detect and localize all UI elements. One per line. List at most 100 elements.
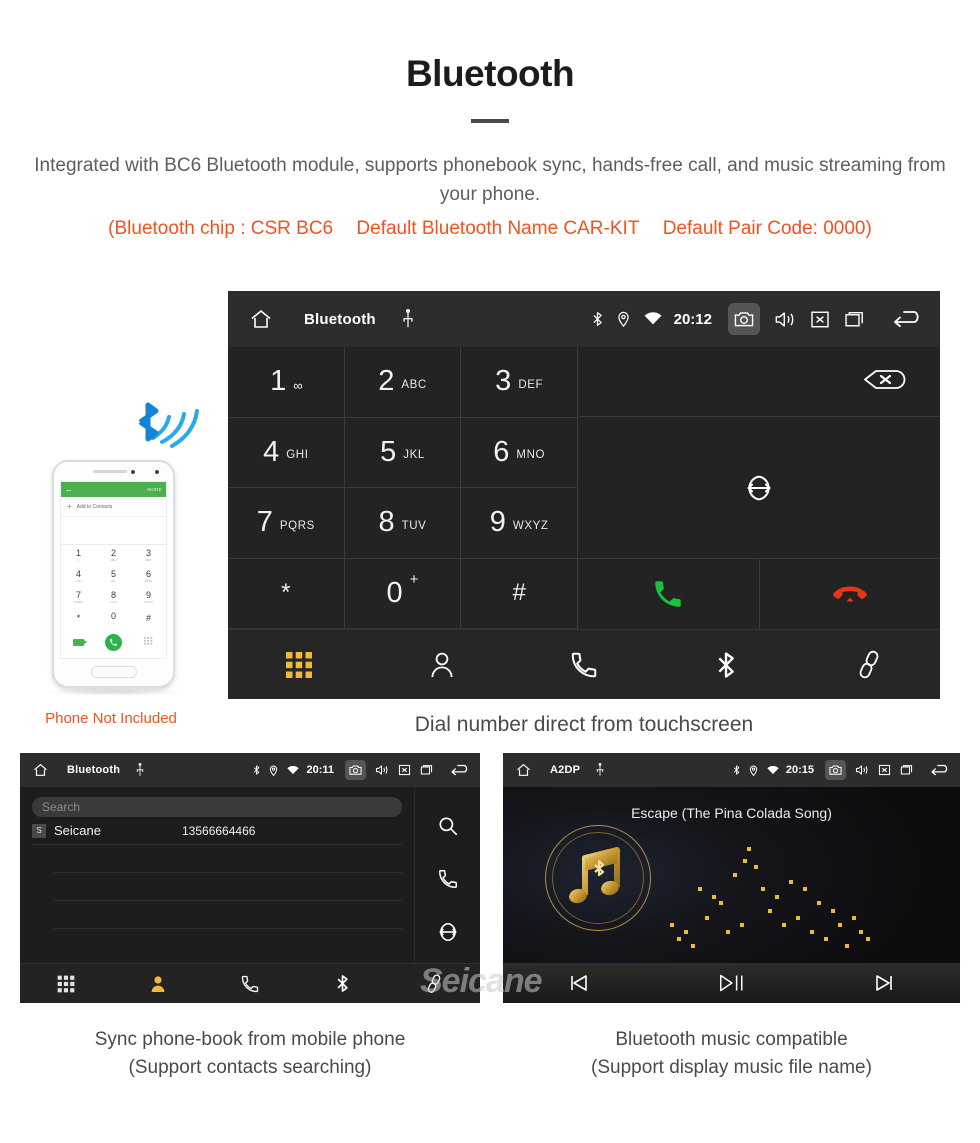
person-icon xyxy=(427,650,457,680)
key-digit: 7 xyxy=(256,506,273,539)
hangup-button[interactable] xyxy=(760,559,941,629)
phone-not-included-note: Phone Not Included xyxy=(45,710,177,727)
dialer-keypad: 1 ∞ 2 ABC 3 DEF 4 GHI 5 JKL 6 MNO 7 PQRS 8 TUV 9… xyxy=(228,347,578,629)
phone-app-bar: ← MORE xyxy=(61,482,166,497)
key-3[interactable]: 3 DEF xyxy=(461,347,578,418)
home-icon[interactable] xyxy=(32,762,49,778)
camera-icon[interactable] xyxy=(825,760,846,780)
music-body: Escape (The Pina Colada Song) xyxy=(503,787,960,963)
close-icon[interactable] xyxy=(878,764,891,776)
key-plus: + xyxy=(409,570,419,588)
phone-key: 4 GHI xyxy=(75,569,82,584)
previous-track-button[interactable] xyxy=(503,971,655,995)
bluetooth-icon xyxy=(716,649,736,681)
key-hash[interactable]: # xyxy=(461,558,578,629)
volume-icon[interactable] xyxy=(774,310,796,329)
call-button[interactable] xyxy=(578,559,760,629)
key-digit: 4 xyxy=(263,435,280,468)
contact-row[interactable] xyxy=(54,845,402,873)
bluetooth-icon xyxy=(336,973,349,994)
camera-icon[interactable] xyxy=(345,760,366,780)
back-icon[interactable] xyxy=(892,308,926,330)
tab-call-log[interactable] xyxy=(513,650,655,680)
key-star[interactable]: * xyxy=(228,558,345,629)
tab-contacts[interactable] xyxy=(112,974,204,994)
usb-icon xyxy=(596,763,604,777)
tab-keypad[interactable] xyxy=(20,975,112,993)
bluetooth-icon xyxy=(733,764,740,776)
link-icon xyxy=(425,973,443,994)
usb-icon xyxy=(136,763,144,777)
spec-line: (Bluetooth chip : CSR BC6 Default Blueto… xyxy=(0,218,980,240)
phone-handset-icon xyxy=(240,974,260,994)
key-4[interactable]: 4 GHI xyxy=(228,417,345,488)
tab-call-log[interactable] xyxy=(204,974,296,994)
dialer-statusbar: Bluetooth 20:12 xyxy=(228,291,940,347)
tab-link[interactable] xyxy=(388,973,480,994)
contact-row[interactable] xyxy=(54,873,402,901)
key-digit: * xyxy=(281,579,291,607)
audio-visualizer xyxy=(655,829,903,951)
tab-bluetooth[interactable] xyxy=(655,649,797,681)
close-icon[interactable] xyxy=(810,310,830,329)
recents-icon[interactable] xyxy=(900,764,914,776)
volume-icon[interactable] xyxy=(855,764,869,776)
key-5[interactable]: 5 JKL xyxy=(344,417,462,488)
tab-bluetooth[interactable] xyxy=(296,973,388,994)
tab-keypad[interactable] xyxy=(228,651,370,679)
contact-row[interactable] xyxy=(54,901,402,929)
contact-row[interactable]: S Seicane 13566664466 xyxy=(32,817,402,845)
phone-key: 5 JKL xyxy=(110,569,117,584)
page-title: Bluetooth xyxy=(405,53,575,94)
home-icon[interactable] xyxy=(248,307,274,331)
phone-home-button xyxy=(54,659,173,685)
phone-keypad: 1 ∞ 2 ABC 3 DEF 4 GHI 5 JKL 6 MNO 7 PQRS 8 TUV 9… xyxy=(61,545,166,629)
tab-link[interactable] xyxy=(798,650,940,680)
number-display-row xyxy=(578,347,940,417)
key-letters: JKL xyxy=(403,449,425,462)
bluetooth-signal-icon xyxy=(126,398,206,461)
close-icon[interactable] xyxy=(398,764,411,776)
contacts-title: Bluetooth xyxy=(67,764,121,776)
spec-paircode: Default Pair Code: 0000) xyxy=(662,217,872,239)
camera-icon[interactable] xyxy=(728,303,760,335)
key-2[interactable]: 2 ABC xyxy=(344,347,462,418)
key-digit: 8 xyxy=(378,506,395,539)
key-9[interactable]: 9 WXYZ xyxy=(461,488,578,559)
key-1[interactable]: 1 ∞ xyxy=(228,347,345,418)
sync-icon[interactable] xyxy=(437,921,459,943)
next-track-button[interactable] xyxy=(808,971,960,995)
phone-key: 8 TUV xyxy=(110,590,117,605)
recents-icon[interactable] xyxy=(844,310,866,329)
back-icon[interactable] xyxy=(930,763,952,777)
phone-screen: ← MORE + Add to Contacts 1 ∞ 2 ABC 3 DEF 4G… xyxy=(60,481,167,659)
backspace-icon[interactable] xyxy=(862,369,906,395)
key-letters: GHI xyxy=(286,449,309,462)
phone-earpiece xyxy=(54,462,173,481)
tab-contacts[interactable] xyxy=(370,650,512,680)
phone-handset-icon xyxy=(569,650,599,680)
home-icon[interactable] xyxy=(515,762,532,778)
sync-contacts-button[interactable] xyxy=(578,417,940,559)
key-digit: 9 xyxy=(489,506,506,539)
contacts-tabbar xyxy=(20,963,480,1003)
hangup-icon xyxy=(830,581,870,607)
recents-icon[interactable] xyxy=(420,764,434,776)
contacts-list: Search S Seicane 13566664466 xyxy=(20,787,414,963)
person-icon xyxy=(148,974,168,994)
key-8[interactable]: 8 TUV xyxy=(344,488,462,559)
key-0[interactable]: 0 + xyxy=(344,558,462,629)
key-7[interactable]: 7 PQRS xyxy=(228,488,345,559)
key-6[interactable]: 6 MNO xyxy=(461,417,578,488)
key-digit: 5 xyxy=(380,435,397,468)
play-pause-button[interactable] xyxy=(655,970,807,996)
volume-icon[interactable] xyxy=(375,764,389,776)
phone-add-contact-label: Add to Contacts xyxy=(76,503,113,510)
phone-handset-icon[interactable] xyxy=(437,868,459,890)
key-letters: TUV xyxy=(401,519,427,532)
back-icon[interactable] xyxy=(450,763,472,777)
search-input[interactable]: Search xyxy=(32,797,402,817)
search-icon[interactable] xyxy=(437,815,459,837)
link-icon xyxy=(855,650,883,680)
key-digit: 0 xyxy=(386,576,403,609)
